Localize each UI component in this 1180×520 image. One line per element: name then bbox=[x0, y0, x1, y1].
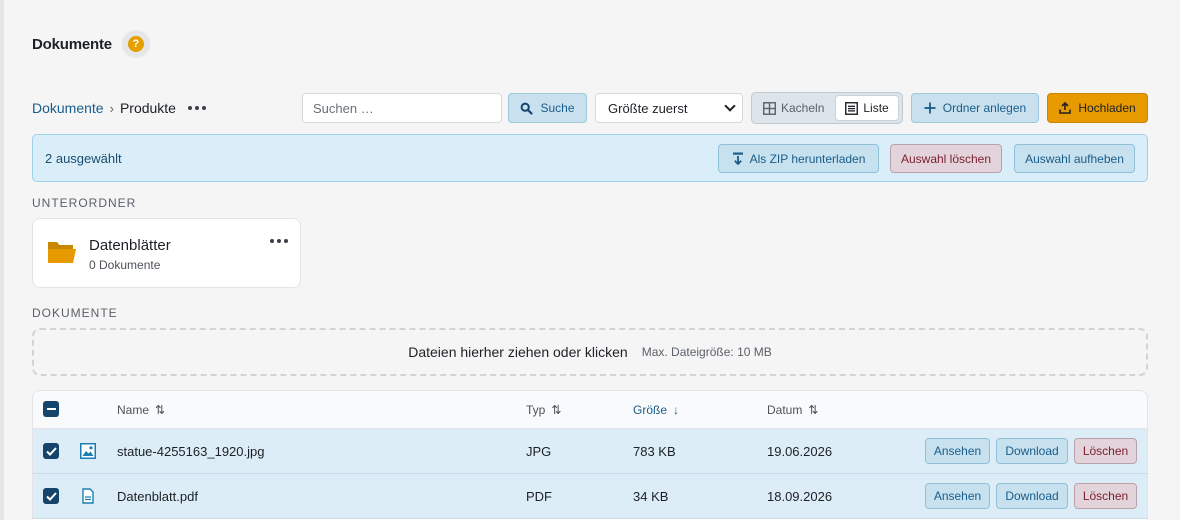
column-date-label: Datum bbox=[767, 403, 803, 417]
delete-button[interactable]: Löschen bbox=[1074, 438, 1137, 464]
search-button[interactable]: Suche bbox=[508, 93, 587, 123]
list-icon bbox=[845, 101, 859, 115]
view-button[interactable]: Ansehen bbox=[925, 438, 990, 464]
grid-icon bbox=[763, 101, 776, 115]
table-row[interactable]: statue-4255163_1920.jpg JPG 783 KB 19.06… bbox=[33, 429, 1147, 474]
file-type: JPG bbox=[526, 444, 552, 459]
column-name-label: Name bbox=[117, 403, 150, 417]
sort-select-value: Größte zuerst bbox=[608, 100, 688, 116]
document-file-icon bbox=[82, 488, 94, 504]
row-checkbox[interactable] bbox=[43, 443, 59, 459]
upload-button[interactable]: Hochladen bbox=[1047, 93, 1148, 123]
file-name: statue-4255163_1920.jpg bbox=[117, 444, 265, 459]
sort-icon: ⇅ bbox=[808, 403, 819, 417]
column-header-type[interactable]: Typ ⇅ bbox=[526, 403, 561, 417]
delete-button[interactable]: Löschen bbox=[1074, 483, 1137, 509]
sort-icon: ⇅ bbox=[155, 403, 166, 417]
view-button[interactable]: Ansehen bbox=[925, 483, 990, 509]
toolbar: Dokumente › Produkte Suche Größte zuerst… bbox=[32, 92, 1148, 124]
breadcrumb-root-link[interactable]: Dokumente bbox=[32, 100, 104, 116]
column-header-date[interactable]: Datum ⇅ bbox=[767, 403, 818, 417]
view-tiles-button[interactable]: Kacheln bbox=[754, 95, 833, 121]
file-date: 19.06.2026 bbox=[767, 444, 833, 459]
file-name: Datenblatt.pdf bbox=[117, 489, 198, 504]
search-icon bbox=[521, 102, 534, 115]
column-type-label: Typ bbox=[526, 403, 546, 417]
selection-bar: 2 ausgewählt Als ZIP herunterladen Auswa… bbox=[32, 134, 1148, 182]
dropzone-hint: Max. Dateigröße: 10 MB bbox=[641, 345, 772, 359]
check-icon bbox=[45, 491, 57, 501]
file-date: 18.09.2026 bbox=[767, 489, 833, 504]
row-checkbox[interactable] bbox=[43, 488, 59, 504]
question-circle-icon: ? bbox=[127, 36, 144, 52]
subfolders-heading: UNTERORDNER bbox=[32, 196, 137, 210]
folder-document-count: 0 Dokumente bbox=[89, 258, 161, 272]
window-edge bbox=[0, 0, 4, 520]
upload-dropzone[interactable]: Dateien hierher ziehen oder klicken Max.… bbox=[32, 328, 1148, 376]
view-tiles-label: Kacheln bbox=[781, 101, 825, 115]
image-file-icon bbox=[80, 443, 96, 459]
sort-icon: ⇅ bbox=[551, 403, 562, 417]
file-size: 783 KB bbox=[633, 444, 676, 459]
folder-open-icon bbox=[48, 242, 76, 263]
file-size: 34 KB bbox=[633, 489, 669, 504]
column-header-name[interactable]: Name ⇅ bbox=[117, 403, 165, 417]
search-input[interactable] bbox=[302, 93, 502, 123]
dropzone-text: Dateien hierher ziehen oder klicken bbox=[408, 344, 628, 360]
delete-selection-button[interactable]: Auswahl löschen bbox=[890, 144, 1002, 173]
selection-count: 2 ausgewählt bbox=[45, 151, 122, 166]
folder-name: Datenblätter bbox=[89, 237, 171, 254]
upload-label: Hochladen bbox=[1078, 101, 1136, 115]
more-options-icon[interactable] bbox=[187, 106, 206, 110]
download-button[interactable]: Download bbox=[996, 438, 1068, 464]
chevron-down-icon bbox=[724, 100, 736, 112]
new-folder-label: Ordner anlegen bbox=[942, 101, 1027, 115]
column-size-label: Größe bbox=[633, 403, 668, 417]
folder-card[interactable]: Datenblätter 0 Dokumente bbox=[32, 218, 301, 288]
file-type: PDF bbox=[526, 489, 552, 504]
breadcrumb: Dokumente › Produkte bbox=[32, 92, 206, 124]
clear-selection-button[interactable]: Auswahl aufheben bbox=[1014, 144, 1135, 173]
select-all-checkbox[interactable] bbox=[43, 401, 59, 417]
table-header: Name ⇅ Typ ⇅ Größe ↓ Datum ⇅ bbox=[33, 391, 1147, 429]
view-toggle: Kacheln Liste bbox=[751, 92, 903, 124]
breadcrumb-current: Produkte bbox=[119, 100, 176, 116]
download-zip-label: Als ZIP herunterladen bbox=[749, 151, 866, 166]
view-list-label: Liste bbox=[863, 101, 889, 115]
download-icon bbox=[732, 152, 743, 165]
download-button[interactable]: Download bbox=[996, 483, 1068, 509]
documents-heading: DOKUMENTE bbox=[32, 306, 118, 320]
new-folder-button[interactable]: Ordner anlegen bbox=[911, 93, 1039, 123]
view-list-button[interactable]: Liste bbox=[835, 95, 899, 121]
help-button[interactable]: ? bbox=[121, 30, 150, 58]
breadcrumb-separator: › bbox=[109, 100, 114, 116]
download-zip-button[interactable]: Als ZIP herunterladen bbox=[718, 144, 879, 173]
search-button-label: Suche bbox=[540, 101, 575, 115]
sort-select[interactable]: Größte zuerst bbox=[595, 93, 743, 123]
sort-desc-icon: ↓ bbox=[673, 403, 680, 417]
page-header: Dokumente ? bbox=[32, 30, 150, 58]
folder-more-icon[interactable] bbox=[270, 239, 288, 243]
column-header-size[interactable]: Größe ↓ bbox=[633, 403, 679, 417]
page-title: Dokumente bbox=[32, 35, 112, 53]
table-row[interactable]: Datenblatt.pdf PDF 34 KB 18.09.2026 Anse… bbox=[33, 474, 1147, 519]
plus-icon bbox=[924, 102, 936, 114]
upload-icon bbox=[1059, 102, 1072, 114]
documents-table: Name ⇅ Typ ⇅ Größe ↓ Datum ⇅ statue-4255… bbox=[32, 390, 1148, 520]
check-icon bbox=[45, 446, 57, 456]
